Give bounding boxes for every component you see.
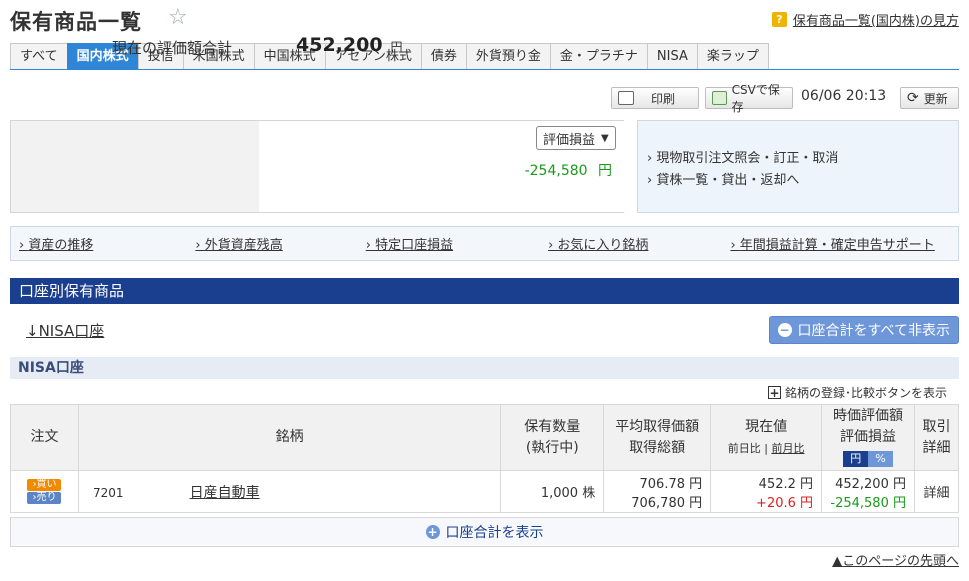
nav-foreign-assets[interactable]: › 外貨資産残高 (195, 234, 282, 253)
question-icon: ? (771, 12, 787, 27)
total-gain-unit: 円 (598, 163, 612, 179)
order-links-panel: › 現物取引注文照会・訂正・取消 › 貸株一覧・貸出・返却へ (637, 120, 959, 213)
tab-bonds[interactable]: 債券 (420, 43, 466, 70)
col-quantity: 保有数量 (執行中) (500, 404, 605, 471)
account-header: NISA口座 (10, 357, 959, 379)
star-icon[interactable]: ☆ (168, 5, 188, 30)
plus-circle-icon: + (425, 525, 440, 539)
plus-box-icon: + (767, 385, 781, 400)
help-link[interactable]: 保有商品一覧(国内株)の見方 (793, 10, 959, 29)
minus-circle-icon: − (777, 323, 792, 337)
tab-all[interactable]: すべて (10, 43, 67, 70)
stock-cell: 7201 日産自動車 (77, 470, 502, 513)
valuation-cell: 452,200 円 -254,580 円 (821, 470, 915, 513)
show-compare-label: 銘柄の登録･比較ボタンを表示 (784, 386, 947, 400)
col-detail: 取引 詳細 (914, 404, 959, 471)
print-label: 印刷 (651, 91, 676, 106)
prev-day-sort[interactable]: 前日比 (728, 442, 761, 455)
refresh-icon: ⟳ (907, 90, 919, 106)
spreadsheet-icon (712, 91, 727, 105)
nav-asset-history[interactable]: › 資産の推移 (19, 234, 93, 253)
tab-nisa[interactable]: NISA (646, 43, 697, 70)
sell-button[interactable]: ›売り (27, 492, 62, 504)
price-cell: 452.2 円 +20.6 円 (710, 470, 823, 513)
csv-save-button[interactable]: CSVで保存 (705, 83, 793, 114)
nav-tax-report[interactable]: › 年間損益計算・確定申告サポート (730, 234, 934, 253)
nisa-anchor-label: NISA口座 (38, 322, 105, 340)
total-value: 452,200 (296, 34, 383, 56)
nav-favorites-label: お気に入り銘柄 (557, 238, 649, 253)
csv-label: CSVで保存 (731, 83, 780, 114)
nav-favorites[interactable]: › お気に入り銘柄 (548, 234, 648, 253)
total-unit: 円 (390, 40, 403, 54)
updated-datetime: 06/06 20:13 (801, 88, 887, 104)
nisa-anchor-link[interactable]: ↓NISA口座 (26, 320, 104, 341)
col-price: 現在値 前日比 | 前月比 (710, 404, 823, 471)
print-button[interactable]: 印刷 (611, 87, 699, 109)
table-row: ›買い ›売り 7201 日産自動車 1,000 株 706.78 円 706,7… (10, 470, 959, 513)
refresh-label: 更新 (923, 91, 948, 106)
asset-nav-bar: › 資産の推移 › 外貨資産残高 › 特定口座損益 › お気に入り銘柄 › 年間… (10, 226, 959, 261)
total-gain-value: -254,580 (524, 163, 588, 179)
hide-all-totals-button[interactable]: − 口座合計をすべて非表示 (768, 316, 959, 344)
total-valuation-value: 452,200 円 (296, 34, 403, 56)
col-name: 銘柄 (77, 404, 502, 471)
help-link-area[interactable]: ? 保有商品一覧(国内株)の見方 (771, 10, 959, 29)
chevron-down-icon: ▼ (601, 132, 609, 144)
toggle-yen[interactable]: 円 (843, 451, 869, 467)
yen-percent-toggle[interactable]: 円% (843, 451, 893, 467)
nav-specific-account[interactable]: › 特定口座損益 (366, 234, 453, 253)
total-gain: -254,580 円 (525, 160, 612, 180)
order-inquiry-label: 現物取引注文照会・訂正・取消 (656, 151, 839, 166)
refresh-button[interactable]: ⟳ 更新 (900, 87, 959, 109)
show-compare-toggle[interactable]: + 銘柄の登録･比較ボタンを表示 (767, 384, 947, 401)
page-title: 保有商品一覧 (10, 10, 142, 34)
col-avg-price: 平均取得価額 取得総額 (603, 404, 712, 471)
detail-link[interactable]: 詳細 (914, 470, 959, 513)
col-order: 注文 (10, 404, 79, 471)
nav-tax-report-label: 年間損益計算・確定申告サポート (739, 238, 935, 253)
section-header: 口座別保有商品 (10, 278, 959, 304)
total-valuation-label: 現在の評価額合計 (112, 39, 233, 57)
quantity-cell: 1,000 株 (500, 470, 605, 513)
holdings-table: 注文 銘柄 保有数量 (執行中) 平均取得価額 取得総額 現在値 前日比 | 前月比… (10, 404, 959, 513)
prev-month-sort[interactable]: 前月比 (771, 442, 804, 455)
page-top-link[interactable]: ▲このページの先頭へ (832, 550, 959, 569)
stock-code: 7201 (92, 485, 124, 500)
toggle-percent[interactable]: % (868, 451, 893, 467)
metric-select-value: 評価損益 (543, 132, 596, 148)
show-account-total-button[interactable]: + 口座合計を表示 (10, 517, 959, 547)
tab-gold-platinum[interactable]: 金・プラチナ (549, 43, 647, 70)
nav-asset-history-label: 資産の推移 (28, 238, 94, 253)
col-valuation: 時価評価額 評価損益 円% (821, 404, 915, 471)
avg-price-cell: 706.78 円 706,780 円 (603, 470, 712, 513)
stock-lending-label: 貸株一覧・貸出・返却へ (656, 173, 800, 188)
hide-all-totals-label: 口座合計をすべて非表示 (797, 323, 950, 339)
stock-lending-link[interactable]: › 貸株一覧・貸出・返却へ (647, 170, 958, 192)
tab-foreign-deposit[interactable]: 外貨預り金 (465, 43, 550, 70)
metric-select[interactable]: 評価損益 ▼ (536, 126, 616, 150)
order-inquiry-link[interactable]: › 現物取引注文照会・訂正・取消 (647, 148, 958, 170)
printer-icon (618, 91, 634, 105)
table-header-row: 注文 銘柄 保有数量 (執行中) 平均取得価額 取得総額 現在値 前日比 | 前月比… (10, 404, 959, 471)
tab-underline (10, 69, 959, 70)
order-cell: ›買い ›売り (10, 470, 79, 513)
nav-specific-account-label: 特定口座損益 (375, 238, 454, 253)
tab-rakuwrap[interactable]: 楽ラップ (696, 43, 769, 70)
stock-name-link[interactable]: 日産自動車 (190, 485, 260, 501)
buy-button[interactable]: ›買い (27, 479, 62, 491)
nav-foreign-assets-label: 外貨資産残高 (204, 238, 283, 253)
show-account-total-label: 口座合計を表示 (445, 525, 544, 541)
